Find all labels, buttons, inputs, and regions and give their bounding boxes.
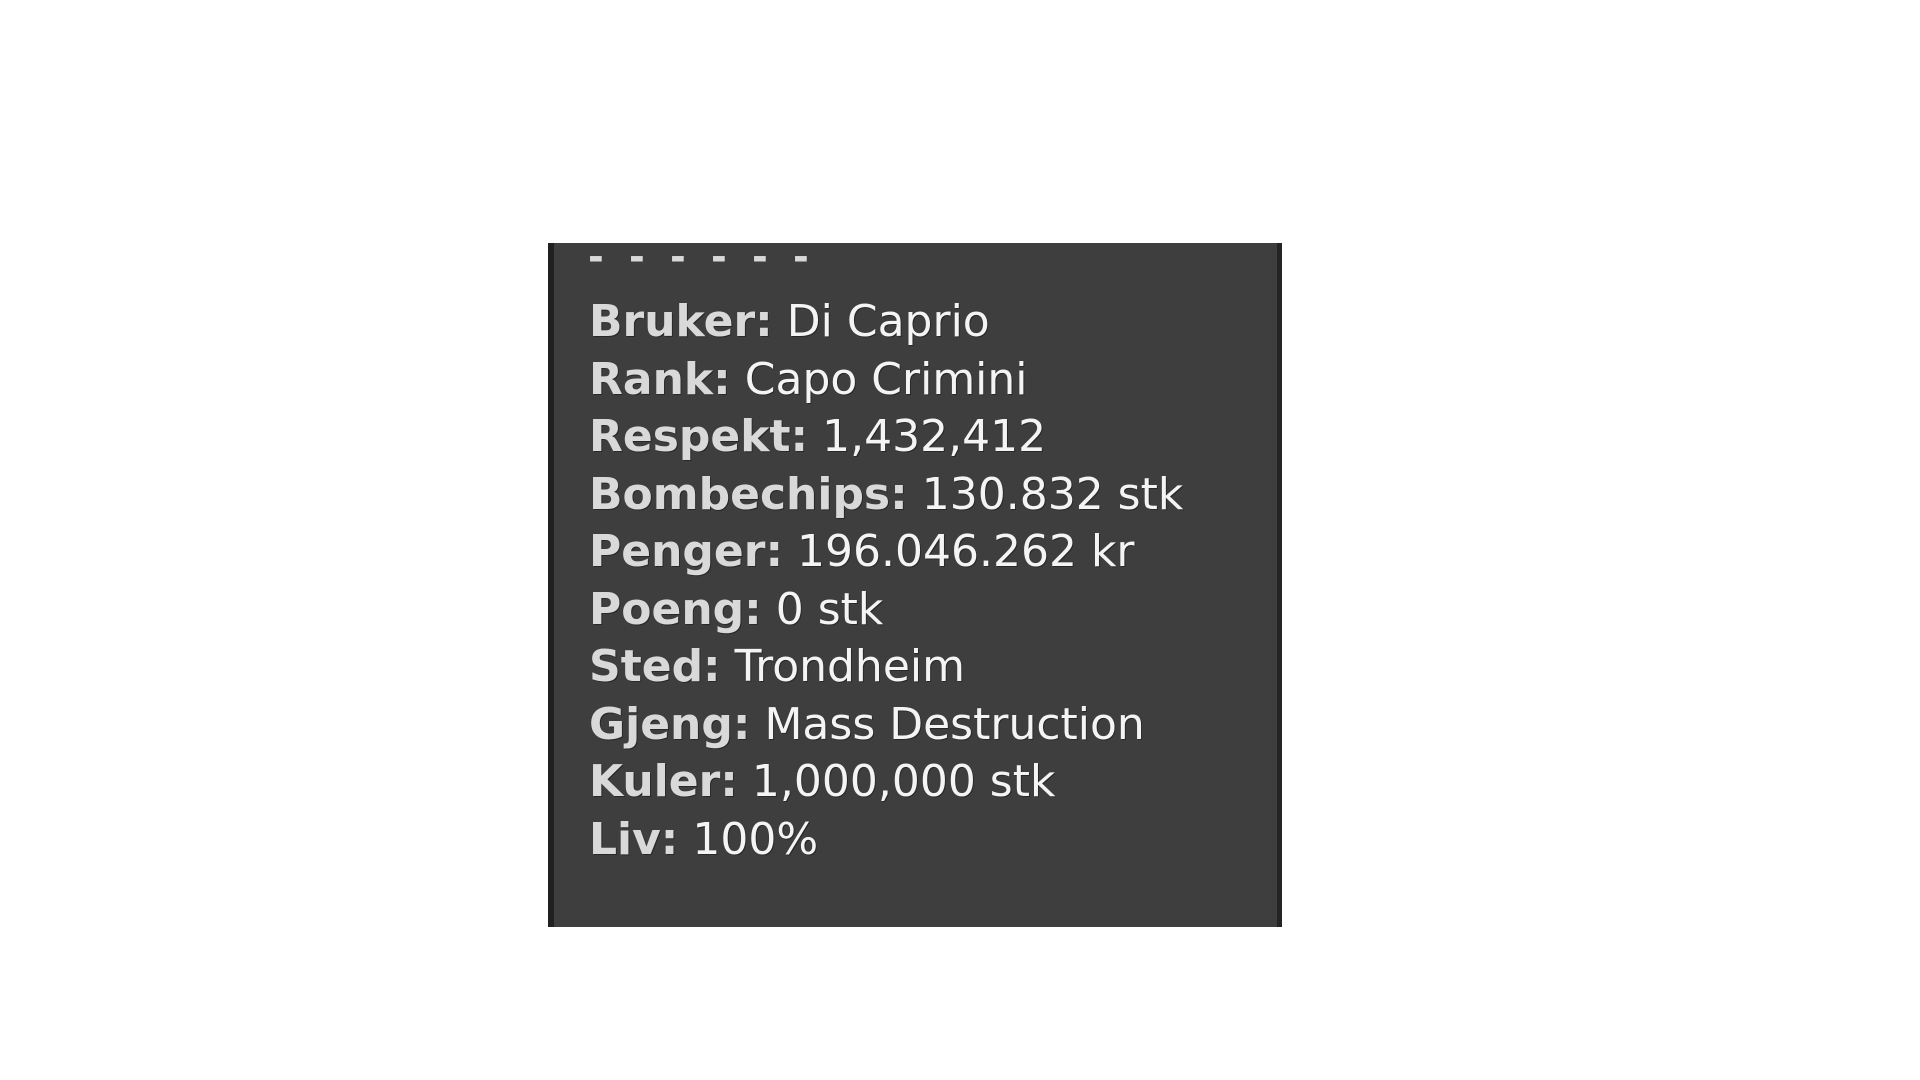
stat-label: Bombechips: — [589, 468, 908, 520]
stat-value: 1,000,000 stk — [751, 756, 1056, 807]
stat-label: Sted: — [589, 641, 721, 692]
stat-label: Kuler: — [589, 756, 738, 807]
stat-value: Trondheim — [734, 641, 965, 692]
player-stats-panel: - - - - - - Bruker: Di Caprio Rank: Capo… — [548, 237, 1282, 927]
stat-row-liv: Liv: 100% — [589, 811, 1183, 869]
stat-value: Capo Crimini — [744, 353, 1028, 405]
stats-list: Bruker: Di Caprio Rank: Capo Crimini Res… — [589, 293, 1183, 868]
stat-row-bombechips: Bombechips: 130.832 stk — [589, 466, 1183, 524]
stat-value: Di Caprio — [786, 296, 990, 347]
stat-label: Gjeng: — [589, 698, 751, 750]
stat-value: 196.046.262 kr — [797, 526, 1135, 577]
stat-value: 1,432,412 — [822, 411, 1047, 462]
stat-value: Mass Destruction — [764, 698, 1145, 750]
stat-row-bruker: Bruker: Di Caprio — [589, 293, 1183, 351]
stat-value: 130.832 stk — [921, 468, 1184, 520]
stat-row-sted: Sted: Trondheim — [589, 638, 1183, 696]
stat-label: Rank: — [589, 353, 731, 405]
stat-label: Poeng: — [589, 583, 762, 635]
stat-row-penger: Penger: 196.046.262 kr — [589, 523, 1183, 581]
stat-row-respekt: Respekt: 1,432,412 — [589, 408, 1183, 466]
stat-label: Bruker: — [589, 296, 773, 347]
stat-row-rank: Rank: Capo Crimini — [589, 351, 1183, 409]
stat-value: 100% — [692, 813, 819, 865]
stat-value: 0 stk — [775, 583, 884, 635]
stat-label: Liv: — [589, 813, 679, 865]
stat-row-kuler: Kuler: 1,000,000 stk — [589, 753, 1183, 811]
stat-label: Respekt: — [589, 411, 809, 462]
separator-dashes: - - - - - - — [588, 235, 815, 279]
stat-row-poeng: Poeng: 0 stk — [589, 581, 1183, 639]
stat-label: Penger: — [589, 526, 784, 577]
stat-row-gjeng: Gjeng: Mass Destruction — [589, 696, 1183, 754]
